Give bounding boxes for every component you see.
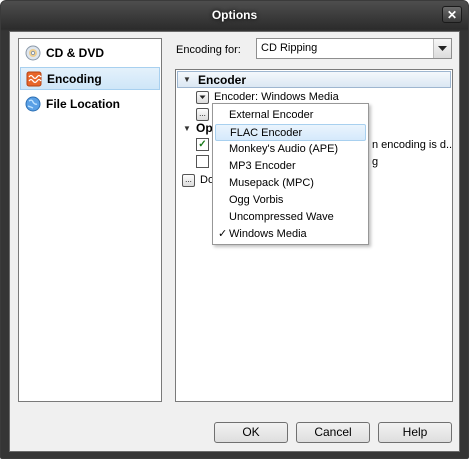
options-window: Options ✕ CD & DVD Encoding File Locatio… xyxy=(0,0,469,459)
encoder-dropdown-button[interactable] xyxy=(196,91,209,104)
check-icon: ✓ xyxy=(218,228,228,240)
menu-item-label: FLAC Encoder xyxy=(230,127,303,139)
chevron-down-icon xyxy=(438,46,447,51)
encoding-icon xyxy=(26,71,42,87)
nav-item-label: Encoding xyxy=(47,72,102,86)
ok-button[interactable]: OK xyxy=(214,422,288,443)
section-title: Encoder xyxy=(198,73,247,87)
menu-item-ogg-vorbis[interactable]: Ogg Vorbis xyxy=(215,192,366,209)
menu-item-label: External Encoder xyxy=(229,109,314,121)
nav-item-cd-dvd[interactable]: CD & DVD xyxy=(20,42,160,65)
menu-item-flac-encoder[interactable]: FLAC Encoder xyxy=(215,124,366,141)
menu-item-label: Musepack (MPC) xyxy=(229,177,314,189)
menu-item-label: Ogg Vorbis xyxy=(229,194,284,206)
menu-item-mp3-encoder[interactable]: MP3 Encoder xyxy=(215,158,366,175)
encoder-section-header[interactable]: ▼ Encoder xyxy=(177,71,451,88)
help-button[interactable]: Help xyxy=(378,422,452,443)
option-1-label: n encoding is d... xyxy=(372,139,453,151)
close-button[interactable]: ✕ xyxy=(442,6,462,23)
option-checkbox-1[interactable]: ✓ xyxy=(196,138,209,151)
collapse-arrow-icon: ▼ xyxy=(183,75,191,84)
encoding-for-label: Encoding for: xyxy=(176,44,241,56)
menu-item-musepack[interactable]: Musepack (MPC) xyxy=(215,175,366,192)
cd-icon xyxy=(25,45,41,61)
encoder-dropdown-menu: External Encoder FLAC Encoder Monkey's A… xyxy=(212,103,369,245)
nav-item-label: CD & DVD xyxy=(46,46,105,60)
nav-item-file-location[interactable]: File Location xyxy=(20,93,160,116)
menu-item-monkeys-audio[interactable]: Monkey's Audio (APE) xyxy=(215,141,366,158)
option-2-label: g xyxy=(372,156,379,168)
menu-item-uncompressed-wave[interactable]: Uncompressed Wave xyxy=(215,209,366,226)
encoder-settings-button[interactable]: ... xyxy=(196,108,209,121)
menu-item-external-encoder[interactable]: External Encoder xyxy=(215,107,366,124)
category-list: CD & DVD Encoding File Location xyxy=(18,38,162,402)
menu-item-windows-media[interactable]: ✓ Windows Media xyxy=(215,226,366,243)
cancel-button[interactable]: Cancel xyxy=(296,422,370,443)
nav-item-encoding[interactable]: Encoding xyxy=(20,67,160,90)
file-location-icon xyxy=(25,96,41,112)
title-bar[interactable]: Options ✕ xyxy=(1,1,468,31)
encoding-for-value: CD Ripping xyxy=(261,42,318,54)
ellipsis-icon: ... xyxy=(199,109,206,118)
window-title: Options xyxy=(211,8,258,22)
do-settings-button[interactable]: ... xyxy=(182,174,195,187)
menu-item-label: MP3 Encoder xyxy=(229,160,296,172)
option-checkbox-2[interactable] xyxy=(196,155,209,168)
chevron-down-icon xyxy=(199,95,206,99)
select-dropdown-button[interactable] xyxy=(433,39,451,58)
menu-item-label: Uncompressed Wave xyxy=(229,211,334,223)
encoding-for-select[interactable]: CD Ripping xyxy=(256,38,452,59)
menu-item-label: Windows Media xyxy=(229,228,307,240)
menu-item-label: Monkey's Audio (APE) xyxy=(229,143,339,155)
close-icon: ✕ xyxy=(446,8,458,22)
nav-item-label: File Location xyxy=(46,97,121,111)
ellipsis-icon: ... xyxy=(185,175,192,184)
encoder-row-label: Encoder: Windows Media xyxy=(214,91,339,103)
collapse-arrow-icon: ▼ xyxy=(183,124,191,133)
